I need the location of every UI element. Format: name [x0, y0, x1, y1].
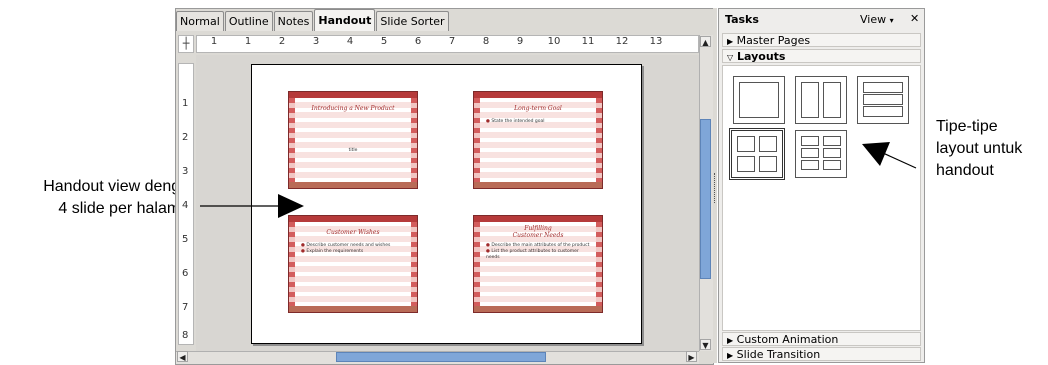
annotation-left-line2: 4 slide per halaman: [58, 200, 198, 217]
slide-title: Introducing a New Product: [311, 105, 395, 112]
handout-page[interactable]: Introducing a New Product title Long-ter…: [251, 64, 642, 344]
ruler-tick: 1: [244, 36, 252, 47]
annotation-right-line1: Tipe-tipe: [936, 118, 998, 135]
ruler-tick: 5: [182, 234, 189, 245]
layout-3-slides[interactable]: [857, 76, 909, 124]
expand-arrow-icon: ▶: [727, 37, 734, 46]
slide-title: Customer Wishes: [326, 229, 380, 236]
slide-title: Fulfilling: [524, 225, 552, 232]
handout-slide-1[interactable]: Introducing a New Product title: [288, 91, 418, 189]
layouts-panel: [722, 65, 921, 331]
slide-title: Customer Needs: [512, 232, 564, 239]
tab-handout[interactable]: Handout: [314, 9, 376, 31]
annotation-right-line2: layout untuk: [936, 140, 1023, 157]
handout-slide-3[interactable]: Customer Wishes ● Describe customer need…: [288, 215, 418, 313]
ruler-tick: 13: [649, 36, 663, 47]
ruler-tick: 11: [581, 36, 595, 47]
scroll-left-icon[interactable]: ◀: [177, 351, 188, 362]
slide-bullet: ● List the product attributes to custome…: [486, 249, 579, 260]
slide-bullet: ● Explain the requirements: [301, 249, 364, 254]
scroll-down-icon[interactable]: ▼: [700, 339, 711, 350]
close-icon[interactable]: ✕: [910, 12, 919, 25]
ruler-tick: 1: [210, 36, 218, 47]
tab-outline[interactable]: Outline: [224, 11, 273, 31]
expand-arrow-icon: ▶: [727, 351, 734, 360]
slide-bullet: ● State the intended goal: [486, 119, 545, 124]
ruler-corner-icon[interactable]: ┼: [178, 35, 194, 53]
tab-normal[interactable]: Normal: [176, 11, 224, 31]
tab-notes[interactable]: Notes: [273, 11, 314, 31]
section-layouts[interactable]: ▽ Layouts: [722, 49, 921, 63]
ruler-tick: 9: [516, 36, 524, 47]
collapse-arrow-icon: ▽: [727, 53, 734, 62]
section-master-pages[interactable]: ▶ Master Pages: [722, 33, 921, 47]
horizontal-ruler[interactable]: 1 1 2 3 4 5 6 7 8 9 10 11 12 13: [196, 35, 699, 53]
ruler-tick: 1: [182, 98, 189, 109]
ruler-tick: 2: [182, 132, 189, 143]
expand-arrow-icon: ▶: [727, 336, 734, 345]
layout-1-slide[interactable]: [733, 76, 785, 124]
tab-slide-sorter[interactable]: Slide Sorter: [376, 11, 449, 31]
layout-4-slides[interactable]: [729, 128, 785, 180]
ruler-tick: 6: [414, 36, 422, 47]
ruler-tick: 6: [182, 268, 189, 279]
ruler-tick: 7: [448, 36, 456, 47]
ruler-tick: 4: [346, 36, 354, 47]
ruler-tick: 2: [278, 36, 286, 47]
splitter-grip-icon[interactable]: [714, 173, 717, 203]
annotation-layout-types: Tipe-tipe layout untuk handout: [936, 116, 1046, 182]
view-tabs: Normal Outline Notes Handout Slide Sorte…: [176, 9, 450, 33]
tasks-pane: Tasks View ▾ ✕ ▶ Master Pages ▽ Layouts: [718, 8, 925, 363]
pane-splitter[interactable]: [713, 8, 717, 363]
section-slide-transition[interactable]: ▶ Slide Transition: [722, 347, 921, 361]
slide-body: title: [348, 148, 358, 153]
ruler-tick: 7: [182, 302, 189, 313]
annotation-left-line1: Handout view dengan: [43, 178, 198, 195]
annotation-right-line3: handout: [936, 162, 994, 179]
scroll-right-icon[interactable]: ▶: [686, 351, 697, 362]
ruler-tick: 5: [380, 36, 388, 47]
layout-6-slides[interactable]: [795, 130, 847, 178]
ruler-tick: 3: [312, 36, 320, 47]
layout-2-slides[interactable]: [795, 76, 847, 124]
handout-slide-2[interactable]: Long-term Goal ● State the intended goal: [473, 91, 603, 189]
ruler-tick: 4: [182, 200, 189, 211]
ruler-tick: 12: [615, 36, 629, 47]
tasks-title: Tasks: [725, 13, 759, 26]
vertical-scroll-thumb[interactable]: [700, 119, 711, 279]
ruler-tick: 8: [482, 36, 490, 47]
chevron-down-icon[interactable]: ▾: [890, 16, 894, 25]
editor-window: Normal Outline Notes Handout Slide Sorte…: [175, 8, 714, 365]
slide-title: Long-term Goal: [514, 105, 562, 112]
section-custom-animation[interactable]: ▶ Custom Animation: [722, 332, 921, 346]
ruler-tick: 8: [182, 330, 189, 341]
ruler-tick: 3: [182, 166, 189, 177]
horizontal-scroll-thumb[interactable]: [336, 352, 546, 362]
scroll-up-icon[interactable]: ▲: [700, 36, 711, 47]
annotation-handout-view: Handout view dengan 4 slide per halaman: [8, 176, 198, 220]
vertical-ruler[interactable]: 1 2 3 4 5 6 7 8: [178, 63, 194, 345]
ruler-tick: 10: [547, 36, 561, 47]
handout-slide-4[interactable]: Fulfilling Customer Needs ● Describe the…: [473, 215, 603, 313]
tasks-view-menu[interactable]: View ▾: [860, 13, 894, 26]
